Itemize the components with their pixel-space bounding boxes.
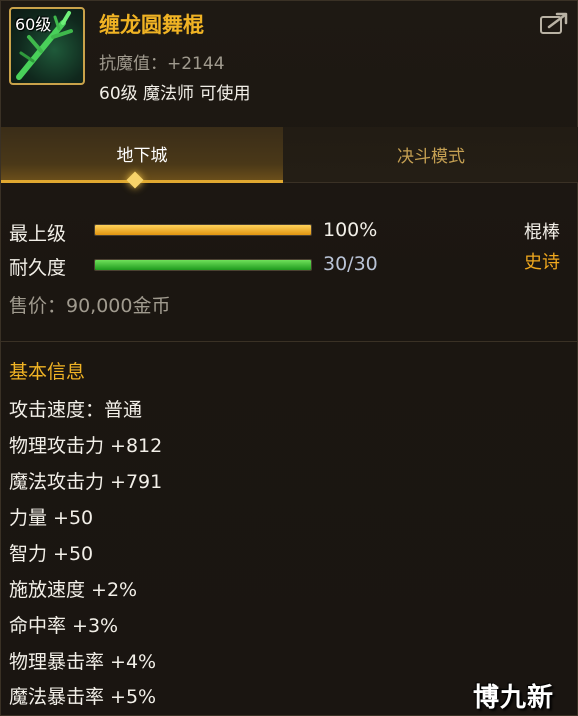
upgrade-label: 最上级: [9, 223, 67, 245]
attribute-line: 物理攻击力 +812: [9, 435, 163, 457]
tab-duel-mode[interactable]: 决斗模式: [283, 127, 578, 183]
mode-tabs: 地下城 决斗模式: [1, 127, 578, 183]
weapon-type: 棍棒: [524, 222, 560, 243]
attribute-line: 命中率 +3%: [9, 615, 119, 637]
upgrade-bar: [94, 224, 312, 236]
attribute-line: 魔法暴击率 +5%: [9, 686, 157, 708]
section-divider: [1, 341, 578, 342]
magic-resist-value: 抗魔值：+2144: [99, 54, 225, 74]
rarity-label: 史诗: [524, 252, 560, 273]
attribute-line: 施放速度 +2%: [9, 579, 138, 601]
attribute-line: 智力 +50: [9, 543, 94, 565]
attribute-line: 魔法攻击力 +791: [9, 471, 163, 493]
attribute-line: 力量 +50: [9, 507, 94, 529]
sell-price: 售价：90,000金币: [9, 295, 171, 317]
upgrade-bar-fill: [95, 225, 311, 235]
durability-bar-fill: [95, 260, 311, 270]
watermark-logo: 博九新游: [473, 683, 555, 713]
basic-info-title: 基本信息: [9, 361, 86, 383]
staff-icon: 60级: [9, 7, 85, 85]
tab-dungeon[interactable]: 地下城: [1, 127, 283, 183]
durability-value: 30/30: [323, 253, 378, 275]
item-level-badge: 60级: [15, 15, 52, 34]
attribute-line: 攻击速度：普通: [9, 399, 143, 421]
item-tooltip-panel: 60级 缠龙圆舞棍 抗魔值：+2144 60级 魔法师 可使用 地下城 决斗模式…: [0, 0, 578, 716]
item-requirement: 60级 魔法师 可使用: [99, 84, 251, 104]
item-header: 60级 缠龙圆舞棍 抗魔值：+2144 60级 魔法师 可使用: [1, 1, 578, 109]
durability-bar: [94, 259, 312, 271]
item-name: 缠龙圆舞棍: [99, 13, 204, 37]
durability-label: 耐久度: [9, 257, 67, 279]
attribute-line: 物理暴击率 +4%: [9, 651, 157, 673]
share-icon[interactable]: [539, 11, 569, 37]
upgrade-value: 100%: [323, 219, 378, 241]
